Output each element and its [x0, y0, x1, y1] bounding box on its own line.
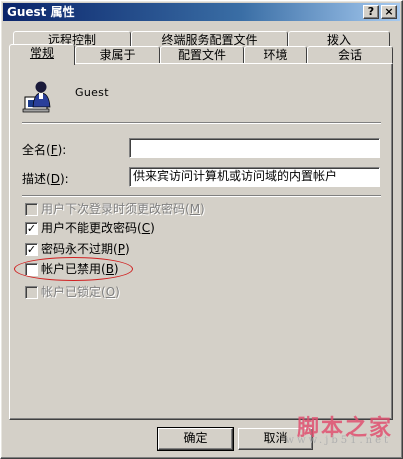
- checkbox-label: 密码永不过期(P): [41, 242, 130, 256]
- tab-sessions[interactable]: 会话: [307, 46, 393, 64]
- user-account-icon: [22, 81, 51, 113]
- help-button[interactable]: ?: [363, 5, 379, 19]
- tab-member-of[interactable]: 隶属于: [75, 46, 160, 64]
- separator: [22, 122, 381, 124]
- checkbox-label: 用户下次登录时须更改密码(M): [41, 202, 205, 216]
- highlight-annotation: [14, 257, 133, 281]
- window-title: Guest 属性: [7, 5, 75, 19]
- tab-general[interactable]: 常规: [9, 44, 75, 65]
- fullname-field[interactable]: [129, 138, 380, 158]
- user-name: Guest: [75, 86, 109, 99]
- checkbox-box: ✓: [25, 243, 38, 256]
- watermark: 脚本之家 www.jb51.net: [272, 410, 397, 456]
- checkbox-box: ✓: [25, 222, 38, 235]
- separator: [22, 195, 381, 197]
- checkbox-label: 帐户已锁定(O): [41, 285, 120, 299]
- title-bar[interactable]: Guest 属性 ? ×: [3, 3, 400, 21]
- description-label: 描述(D):: [22, 172, 69, 186]
- checkbox-box: [25, 286, 38, 299]
- ok-button[interactable]: 确定: [157, 427, 234, 451]
- fullname-label: 全名(F):: [22, 143, 67, 157]
- tab-general-label: 常规: [29, 46, 54, 60]
- close-button[interactable]: ×: [381, 5, 397, 19]
- checkbox-label: 用户不能更改密码(C): [41, 221, 155, 235]
- description-field[interactable]: 供来宾访问计算机或访问域的内置帐户: [129, 167, 380, 187]
- watermark-url: www.jb51.net: [285, 435, 391, 446]
- checkbox-box: [25, 203, 38, 216]
- tab-profile[interactable]: 配置文件: [160, 46, 244, 64]
- tab-environment[interactable]: 环境: [244, 46, 307, 64]
